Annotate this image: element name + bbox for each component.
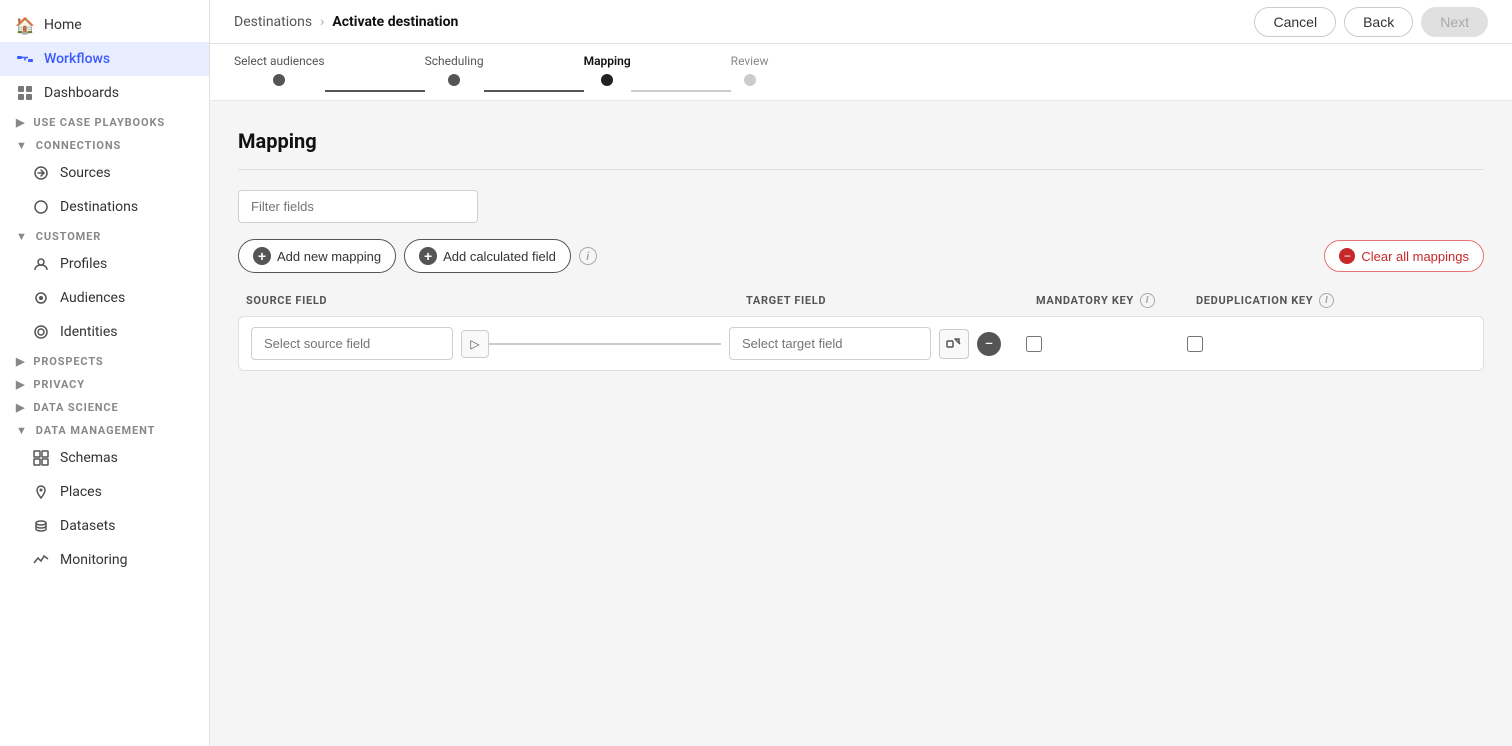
actions-row: + Add new mapping + Add calculated field… [238, 239, 1484, 273]
topbar-actions: Cancel Back Next [1254, 7, 1488, 37]
step-connector-2 [484, 90, 584, 92]
target-expand-button[interactable] [939, 329, 969, 359]
chevron-right-icon-3: ▶ [16, 378, 25, 391]
places-icon [32, 483, 50, 501]
chevron-right-icon: ▶ [16, 116, 25, 129]
deduplication-key-cell [1155, 336, 1235, 352]
step-label-review: Review [731, 54, 769, 68]
sidebar-item-workflows[interactable]: Workflows [0, 42, 209, 76]
chevron-right-icon-4: ▶ [16, 401, 25, 414]
identities-icon [32, 323, 50, 341]
stepper-bar: Select audiences Scheduling Mapping Revi… [210, 44, 1512, 101]
sidebar-item-destinations[interactable]: Destinations [0, 190, 209, 224]
schemas-icon [32, 449, 50, 467]
source-field-header: SOURCE FIELD [246, 294, 706, 307]
step-dot-scheduling [448, 74, 460, 86]
add-mapping-icon: + [253, 247, 271, 265]
breadcrumb: Destinations › Activate destination [234, 14, 458, 30]
remove-mapping-button[interactable]: − [977, 332, 1001, 356]
chevron-down-icon-2: ▼ [16, 230, 28, 243]
audiences-icon [32, 289, 50, 307]
sidebar-section-data-science[interactable]: ▶ DATA SCIENCE [0, 395, 209, 418]
step-connector-3 [631, 90, 731, 92]
cancel-button[interactable]: Cancel [1254, 7, 1336, 37]
step-dot-mapping [601, 74, 613, 86]
mandatory-key-checkbox[interactable] [1026, 336, 1042, 352]
step-label-select-audiences: Select audiences [234, 54, 325, 68]
workflows-icon [16, 50, 34, 68]
sidebar-item-identities[interactable]: Identities [0, 315, 209, 349]
target-field-input[interactable] [729, 327, 931, 360]
page-title: Mapping [238, 129, 1484, 153]
step-label-mapping: Mapping [584, 54, 631, 68]
mandatory-info-icon[interactable]: i [1140, 293, 1155, 308]
breadcrumb-current: Activate destination [332, 14, 458, 30]
step-scheduling: Scheduling [425, 54, 484, 86]
table-row: ▷ − [238, 316, 1484, 371]
sidebar-section-use-case-playbooks[interactable]: ▶ USE CASE PLAYBOOKS [0, 110, 209, 133]
chevron-down-icon-3: ▼ [16, 424, 28, 437]
stepper: Select audiences Scheduling Mapping Revi… [234, 54, 1488, 86]
arrow-section: ▷ [461, 330, 721, 358]
chevron-down-icon: ▼ [16, 139, 28, 152]
source-arrow-button[interactable]: ▷ [461, 330, 489, 358]
sidebar-item-schemas[interactable]: Schemas [0, 441, 209, 475]
sidebar-item-profiles[interactable]: Profiles [0, 247, 209, 281]
monitoring-icon [32, 551, 50, 569]
sidebar-section-data-management[interactable]: ▼ DATA MANAGEMENT [0, 418, 209, 441]
step-connector-1 [325, 90, 425, 92]
clear-all-mappings-button[interactable]: − Clear all mappings [1324, 240, 1484, 272]
info-icon[interactable]: i [579, 247, 597, 265]
clear-icon: − [1339, 248, 1355, 264]
sidebar-section-prospects[interactable]: ▶ PROSPECTS [0, 349, 209, 372]
profiles-icon [32, 255, 50, 273]
target-field-header: TARGET FIELD [746, 294, 986, 307]
filter-input[interactable] [238, 190, 478, 223]
add-new-mapping-button[interactable]: + Add new mapping [238, 239, 396, 273]
mandatory-key-cell [1009, 336, 1059, 352]
destinations-icon [32, 198, 50, 216]
dedup-info-icon[interactable]: i [1319, 293, 1334, 308]
sidebar-item-monitoring[interactable]: Monitoring [0, 543, 209, 577]
sidebar-section-customer[interactable]: ▼ CUSTOMER [0, 224, 209, 247]
step-dot-select-audiences [273, 74, 285, 86]
breadcrumb-separator: › [320, 14, 324, 30]
content-area: Mapping + Add new mapping + Add calculat… [210, 101, 1512, 746]
main-content: Destinations › Activate destination Canc… [210, 0, 1512, 746]
dashboards-icon [16, 84, 34, 102]
source-field-input[interactable] [251, 327, 453, 360]
sidebar-item-sources[interactable]: Sources [0, 156, 209, 190]
sidebar-item-audiences[interactable]: Audiences [0, 281, 209, 315]
next-button[interactable]: Next [1421, 7, 1488, 37]
sidebar-item-dashboards[interactable]: Dashboards [0, 76, 209, 110]
sidebar-item-places[interactable]: Places [0, 475, 209, 509]
add-calculated-icon: + [419, 247, 437, 265]
step-select-audiences: Select audiences [234, 54, 325, 86]
sidebar-item-datasets[interactable]: Datasets [0, 509, 209, 543]
home-icon: 🏠 [16, 16, 34, 34]
breadcrumb-parent[interactable]: Destinations [234, 14, 312, 30]
datasets-icon [32, 517, 50, 535]
sidebar-section-connections[interactable]: ▼ CONNECTIONS [0, 133, 209, 156]
back-button[interactable]: Back [1344, 7, 1413, 37]
deduplication-key-checkbox[interactable] [1187, 336, 1203, 352]
sidebar: 🏠 Home Workflows Dashboards ▶ USE CASE P… [0, 0, 210, 746]
filter-row [238, 190, 1484, 223]
topbar: Destinations › Activate destination Canc… [210, 0, 1512, 44]
step-dot-review [744, 74, 756, 86]
add-calculated-field-button[interactable]: + Add calculated field [404, 239, 571, 273]
step-mapping: Mapping [584, 54, 631, 86]
connector-line [489, 343, 721, 345]
deduplication-key-header: DEDUPLICATION KEY i [1196, 293, 1356, 308]
title-divider [238, 169, 1484, 170]
mapping-table-header: SOURCE FIELD TARGET FIELD MANDATORY KEY … [238, 293, 1484, 316]
chevron-right-icon-2: ▶ [16, 355, 25, 368]
mandatory-key-header: MANDATORY KEY i [1036, 293, 1196, 308]
sidebar-section-privacy[interactable]: ▶ PRIVACY [0, 372, 209, 395]
sources-icon [32, 164, 50, 182]
sidebar-item-home[interactable]: 🏠 Home [0, 8, 209, 42]
step-review: Review [731, 54, 769, 86]
step-label-scheduling: Scheduling [425, 54, 484, 68]
